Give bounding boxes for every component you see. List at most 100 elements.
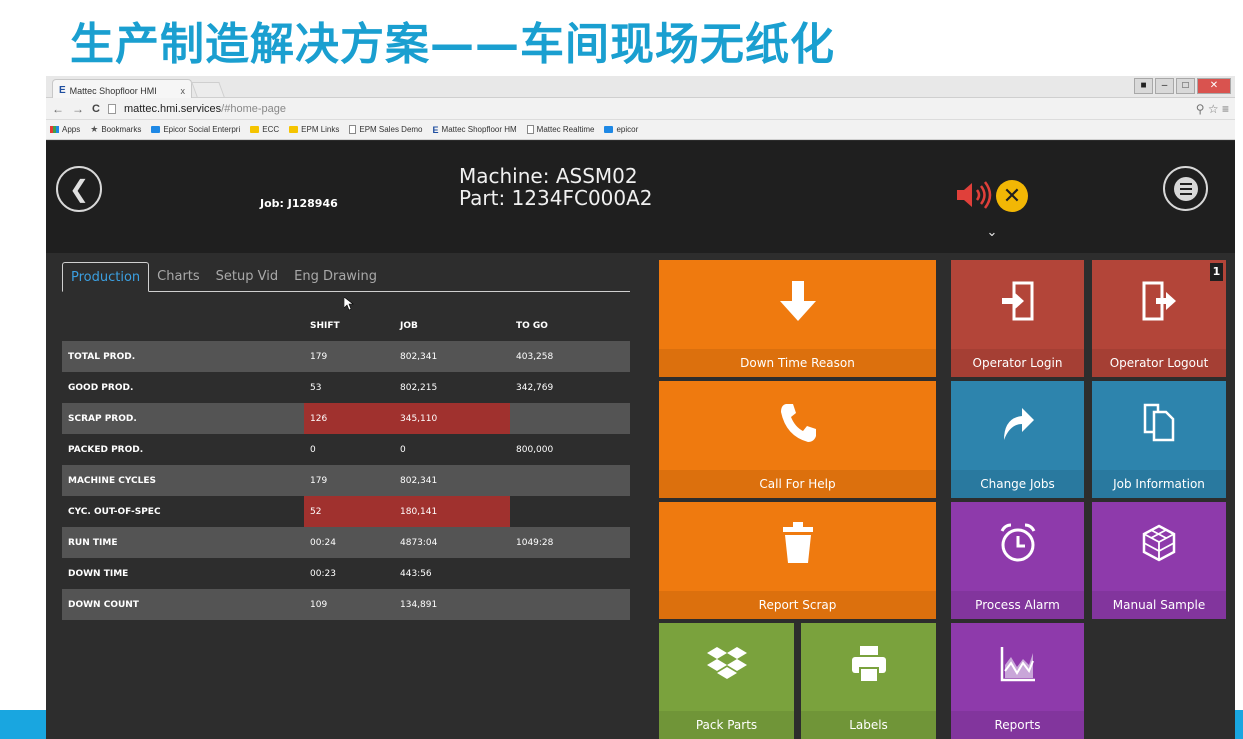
operator-login-tile[interactable]: Operator Login [951,260,1084,377]
row-label: SCRAP PROD. [68,413,137,424]
back-button[interactable]: ❮ [56,166,102,212]
browser-tab-title: Mattec Shopfloor HMI [69,85,157,96]
job-value: 134,891 [400,599,438,610]
tab-setup-vid[interactable]: Setup Vid [208,262,286,292]
to-go-value [510,558,630,589]
tile-label: Report Scrap [659,591,936,619]
browser-menu-icon[interactable]: ≡ [1222,102,1229,116]
browser-toolbar-icons: ⚲ ☆ ≡ [1196,102,1235,116]
job-value: 802,341 [400,475,438,486]
app-header: ❮ Job: J128946 Machine: ASSM02 Part: 123… [46,141,1235,253]
machine-info: Machine: ASSM02 Part: 1234FC000A2 [459,165,653,209]
bookmark-mattec-hmi[interactable]: E Mattec Shopfloor HM [433,125,517,135]
mouse-cursor-icon [344,297,354,311]
change-jobs-tile[interactable]: Change Jobs [951,381,1084,498]
to-go-value [510,589,630,620]
url-field[interactable]: mattec.hmi.services/#home-page [124,103,286,115]
shift-value: 179 [310,475,328,486]
bookmark-epm-links[interactable]: EPM Links [289,125,339,134]
cube-icon [1141,518,1177,568]
report-scrap-tile[interactable]: Report Scrap [659,502,936,619]
tile-label: Pack Parts [659,711,794,739]
mattec-favicon-icon: E [59,85,66,96]
part-number: Part: 1234FC000A2 [459,186,653,210]
back-arrow-icon[interactable]: ← [52,102,64,116]
to-go-value [510,465,630,496]
bookmark-apps[interactable]: Apps [50,125,80,134]
production-table: SHIFT JOB TO GO TOTAL PROD. 179 802,341 … [62,311,630,620]
slide-decoration-left [0,710,46,739]
table-row: DOWN COUNT 109 134,891 [62,589,630,620]
tab-production[interactable]: Production [62,262,150,292]
user-icon[interactable]: ■ [1134,78,1153,94]
panel-tabs: Production Charts Setup Vid Eng Drawing [62,262,630,292]
url-host: mattec.hmi.services [123,102,222,115]
tab-close-icon[interactable]: x [181,86,186,96]
menu-button[interactable] [1163,166,1208,211]
to-go-value [510,403,630,434]
operator-logout-tile[interactable]: 1 Operator Logout [1092,260,1226,377]
bookmark-mattec-realtime[interactable]: Mattec Realtime [526,125,594,134]
reports-tile[interactable]: Reports [951,623,1084,739]
bookmarks-bar: Apps ★ Bookmarks Epicor Social Enterpri E… [46,120,1235,140]
area-chart-icon [999,639,1037,689]
job-value: 180,141 [394,496,510,527]
bookmark-epicor[interactable]: epicor [604,125,638,134]
arrow-down-icon [778,276,818,326]
shift-value: 179 [310,351,328,362]
table-row: GOOD PROD. 53 802,215 342,769 [62,372,630,403]
chevron-down-icon[interactable]: ⌄ [984,225,1000,240]
bookmark-epm-sales-demo[interactable]: EPM Sales Demo [349,125,423,134]
slide-title: 生产制造解决方案——车间现场无纸化 [70,19,835,70]
job-value: 802,215 [400,382,438,393]
shift-value: 00:24 [310,537,336,548]
down-time-reason-tile[interactable]: Down Time Reason [659,260,936,377]
job-value: 345,110 [394,403,510,434]
share-arrow-icon [1000,397,1036,447]
tile-label: Reports [951,711,1084,739]
key-icon[interactable]: ⚲ [1196,102,1205,116]
speaker-icon[interactable] [955,180,993,210]
process-alarm-tile[interactable]: Process Alarm [951,502,1084,619]
bookmark-bookmarks[interactable]: ★ Bookmarks [90,124,141,135]
job-value: 0 [400,444,406,455]
tile-label: Manual Sample [1092,591,1226,619]
minimize-button[interactable]: – [1155,78,1174,94]
tile-label: Process Alarm [951,591,1084,619]
labels-tile[interactable]: Labels [801,623,936,739]
forward-arrow-icon[interactable]: → [72,102,84,116]
bookmark-epicor-social[interactable]: Epicor Social Enterpri [151,125,240,134]
column-header-to-go: TO GO [516,321,548,331]
call-for-help-tile[interactable]: Call For Help [659,381,936,498]
reload-icon[interactable]: C [92,103,100,115]
tile-label: Operator Login [951,349,1084,377]
browser-tab[interactable]: E Mattec Shopfloor HMI x [52,79,192,98]
to-go-value [510,496,630,527]
column-header-shift: SHIFT [310,321,340,331]
job-information-tile[interactable]: Job Information [1092,381,1226,498]
row-label: MACHINE CYCLES [68,475,156,486]
folder-icon [250,126,260,133]
bookmark-star-icon[interactable]: ☆ [1208,102,1219,116]
maximize-button[interactable]: □ [1176,78,1195,94]
manual-sample-tile[interactable]: Manual Sample [1092,502,1226,619]
table-row: PACKED PROD. 0 0 800,000 [62,434,630,465]
phone-icon [778,397,818,447]
hamburger-icon [1173,176,1198,201]
mattec-favicon-icon: E [432,124,439,135]
shift-value: 0 [310,444,316,455]
epicor-icon [604,126,614,133]
browser-window: E Mattec Shopfloor HMI x ■ – □ ✕ ← → C m… [46,76,1235,739]
table-row: DOWN TIME 00:23 443:56 [62,558,630,589]
shift-value: 53 [310,382,322,393]
tab-charts[interactable]: Charts [149,262,208,292]
machine-name: Machine: ASSM02 [459,164,638,188]
new-tab-button[interactable] [191,82,225,97]
to-go-value: 342,769 [516,382,554,393]
bookmark-ecc[interactable]: ECC [250,125,279,134]
tab-eng-drawing[interactable]: Eng Drawing [286,262,385,292]
pack-parts-tile[interactable]: Pack Parts [659,623,794,739]
alarm-clock-icon [999,518,1037,568]
close-window-button[interactable]: ✕ [1197,78,1231,94]
alarm-close-icon[interactable]: ✕ [996,180,1028,212]
